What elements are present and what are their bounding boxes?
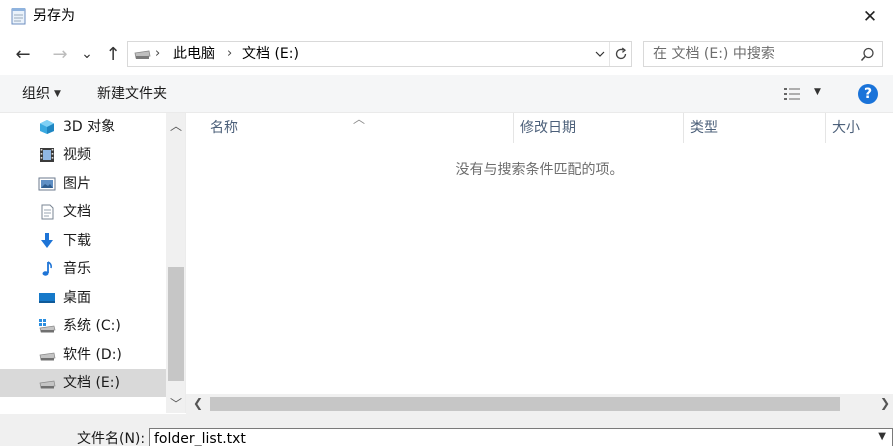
command-bar: 组织 ▼ 新建文件夹 ▼ [0,75,893,113]
save-options-panel: 文件名(N): folder_list.txt ▼ [0,414,893,446]
column-divider[interactable] [683,113,684,143]
scroll-right-icon[interactable]: ❯ [880,396,890,410]
sidebar-item-pictures[interactable]: 图片 [0,170,166,198]
organize-label: 组织 [22,86,50,102]
desktop-icon [39,293,55,303]
address-bar[interactable]: › 此电脑 › 文档 (E:) [127,41,632,67]
save-as-dialog: 另存为 ✕ ← → ⌄ ↑ › 此电脑 › 文档 (E:) 在 文档 (E:) … [0,0,893,446]
navigation-bar: ← → ⌄ ↑ › 此电脑 › 文档 (E:) 在 文档 (E:) 中搜索 [0,33,893,75]
breadcrumb-separator: › [227,46,233,61]
sidebar-item-music[interactable]: 音乐 [0,255,166,283]
close-button[interactable]: ✕ [847,0,893,33]
back-button[interactable]: ← [10,41,36,67]
close-icon: ✕ [862,6,878,27]
notepad-icon [11,8,26,25]
view-options-button[interactable]: ▼ [783,84,829,104]
sidebar-item-label: 3D 对象 [63,119,116,135]
scroll-down-icon[interactable]: ﹀ [170,395,182,412]
up-arrow-icon: ↑ [105,43,121,65]
column-divider[interactable] [825,113,826,143]
breadcrumb-this-pc[interactable]: 此电脑 [173,46,215,62]
organize-button[interactable]: 组织 ▼ [22,85,61,103]
download-icon [41,233,53,248]
pictures-icon [38,177,56,191]
new-folder-button[interactable]: 新建文件夹 [97,85,167,103]
breadcrumb-separator: › [155,46,161,61]
sidebar-item-documents-e[interactable]: 文档 (E:) [0,369,166,397]
refresh-icon [615,47,627,60]
empty-list-message: 没有与搜索条件匹配的项。 [455,162,624,178]
details-view-icon [784,88,800,100]
search-box[interactable]: 在 文档 (E:) 中搜索 [643,41,883,67]
search-placeholder: 在 文档 (E:) 中搜索 [653,46,775,62]
forward-button[interactable]: → [47,41,73,67]
3d-objects-icon [40,120,54,134]
sidebar-item-system-c[interactable]: 系统 (C:) [0,312,166,340]
sidebar-item-label: 软件 (D:) [63,347,122,363]
documents-icon [41,204,54,220]
sidebar-item-documents[interactable]: 文档 [0,198,166,226]
drive-icon [39,380,56,389]
title-bar: 另存为 ✕ [0,0,893,33]
music-icon [42,261,52,276]
sort-ascending-icon: ︿ [353,112,366,126]
recent-locations-button[interactable]: ⌄ [76,41,98,67]
window-title: 另存为 [33,8,75,24]
column-header-name[interactable]: 名称 [210,113,238,143]
caret-down-icon: ▼ [814,87,821,97]
up-button[interactable]: ↑ [100,41,126,67]
help-button[interactable]: ? [858,84,878,104]
column-header-type[interactable]: 类型 [690,113,718,143]
sidebar-item-software-d[interactable]: 软件 (D:) [0,341,166,369]
column-divider[interactable] [513,113,514,143]
forward-arrow-icon: → [52,43,68,65]
sidebar-item-downloads[interactable]: 下载 [0,227,166,255]
column-header-size[interactable]: 大小 [832,113,860,143]
chevron-down-icon [595,51,605,57]
sidebar-item-label: 系统 (C:) [63,318,121,334]
sidebar-item-label: 下载 [63,233,91,249]
navigation-pane: 3D 对象 视频 图片 文档 下载 音乐 桌面 系统 (C:) 软件 (D:) … [0,113,186,413]
sidebar-item-label: 视频 [63,147,91,163]
address-history-button[interactable] [590,42,610,66]
sidebar-item-label: 桌面 [63,290,91,306]
column-header-date-modified[interactable]: 修改日期 [520,113,576,143]
file-list-horizontal-scrollbar[interactable]: ❮ ❯ [186,394,893,414]
scroll-up-icon[interactable]: ︿ [170,117,182,134]
sidebar-item-label: 文档 [63,204,91,220]
drive-icon [39,352,56,361]
sidebar-item-label: 文档 (E:) [63,375,120,391]
refresh-button[interactable] [609,42,632,66]
sidebar-item-label: 图片 [63,176,91,192]
chevron-down-icon[interactable]: ▼ [878,431,886,442]
filename-label: 文件名(N): [77,431,146,446]
scrollbar-thumb[interactable] [168,267,184,381]
caret-down-icon: ▼ [54,89,61,99]
sidebar-item-3d-objects[interactable]: 3D 对象 [0,113,166,141]
filename-value: folder_list.txt [154,431,246,446]
file-list: ︿ 名称 修改日期 类型 大小 没有与搜索条件匹配的项。 [186,112,893,393]
system-drive-icon [39,319,56,333]
search-icon [860,47,874,62]
sidebar-item-label: 音乐 [63,261,91,277]
filename-field[interactable]: folder_list.txt ▼ [149,428,893,446]
chevron-down-icon: ⌄ [81,46,93,62]
drive-icon [134,50,151,59]
sidebar-item-video[interactable]: 视频 [0,141,166,169]
breadcrumb-documents-e[interactable]: 文档 (E:) [242,46,299,62]
navigation-pane-scrollbar[interactable]: ︿ ﹀ [166,113,185,413]
scrollbar-thumb[interactable] [210,397,840,411]
sidebar-item-desktop[interactable]: 桌面 [0,284,166,312]
back-arrow-icon: ← [15,43,31,65]
scroll-left-icon[interactable]: ❮ [193,396,203,410]
video-icon [40,148,54,162]
